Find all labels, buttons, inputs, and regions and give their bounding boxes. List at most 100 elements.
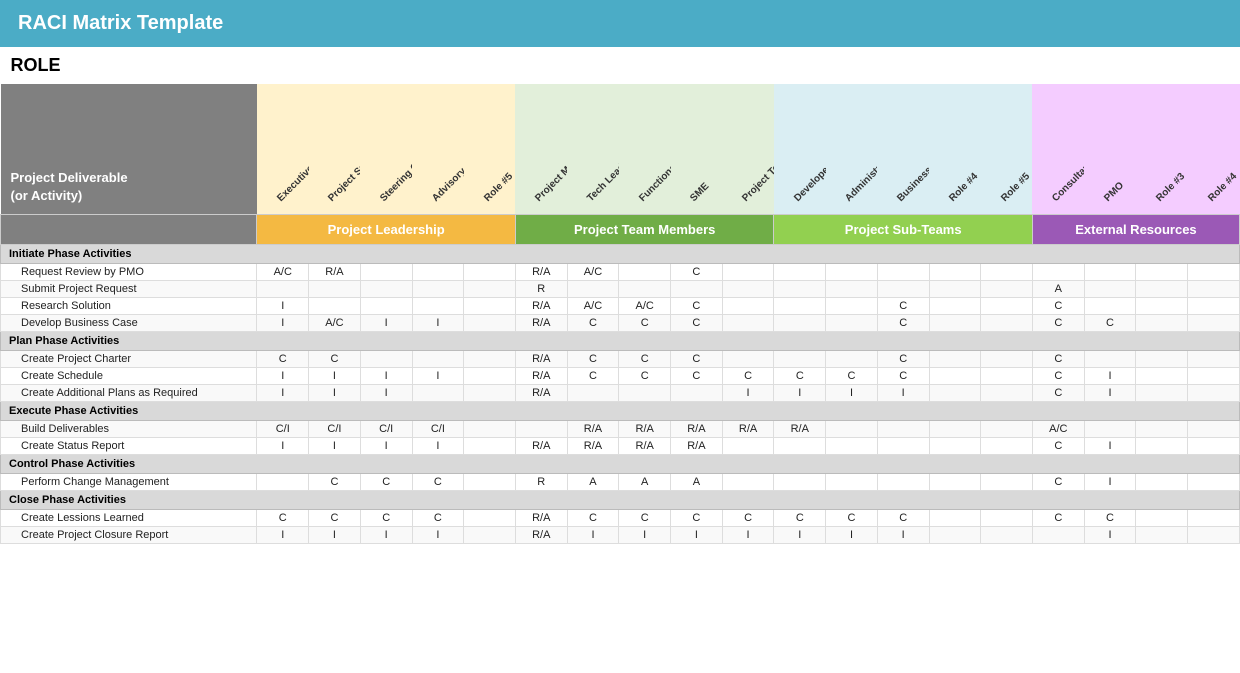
- cell-1-1-18: [1188, 367, 1240, 384]
- cell-4-1-15: [1032, 526, 1084, 543]
- cell-1-0-12: C: [877, 350, 929, 367]
- cell-3-0-15: C: [1032, 473, 1084, 490]
- cell-3-0-10: [774, 473, 826, 490]
- cell-0-0-2: [360, 263, 412, 280]
- cell-1-1-12: C: [877, 367, 929, 384]
- cell-3-0-3: C: [412, 473, 464, 490]
- cell-0-3-14: [981, 314, 1033, 331]
- activity-cell: Create Additional Plans as Required: [1, 384, 257, 401]
- cell-1-0-18: [1188, 350, 1240, 367]
- cell-1-0-13: [929, 350, 981, 367]
- cell-0-0-6: A/C: [567, 263, 619, 280]
- app-title: RACI Matrix Template: [18, 12, 223, 34]
- activity-cell: Request Review by PMO: [1, 263, 257, 280]
- cell-2-0-2: C/I: [360, 420, 412, 437]
- cell-1-1-14: [981, 367, 1033, 384]
- cell-2-0-17: [1136, 420, 1188, 437]
- column-header-16: PMO: [1084, 84, 1136, 214]
- column-header-1: Project Sponsor: [309, 84, 361, 214]
- cell-0-3-0: I: [257, 314, 309, 331]
- cell-1-2-8: [671, 384, 723, 401]
- cell-2-1-1: I: [309, 437, 361, 454]
- cell-2-0-18: [1188, 420, 1240, 437]
- cell-0-1-18: [1188, 280, 1240, 297]
- cell-4-1-3: I: [412, 526, 464, 543]
- activity-cell: Create Schedule: [1, 367, 257, 384]
- column-header-7: Functional Lead: [619, 84, 671, 214]
- activity-cell: Perform Change Management: [1, 473, 257, 490]
- cell-0-3-18: [1188, 314, 1240, 331]
- cell-0-2-8: C: [671, 297, 723, 314]
- cell-0-1-15: A: [1032, 280, 1084, 297]
- cell-1-2-0: I: [257, 384, 309, 401]
- cell-2-0-7: R/A: [619, 420, 671, 437]
- cell-1-0-14: [981, 350, 1033, 367]
- cell-4-0-12: C: [877, 509, 929, 526]
- column-header-9: Project Team Member: [722, 84, 774, 214]
- cell-0-2-3: [412, 297, 464, 314]
- phase-row-3: Control Phase Activities: [1, 454, 1240, 473]
- cell-0-3-6: C: [567, 314, 619, 331]
- cell-4-0-17: [1136, 509, 1188, 526]
- cell-2-1-12: [877, 437, 929, 454]
- cell-4-0-1: C: [309, 509, 361, 526]
- cell-0-1-7: [619, 280, 671, 297]
- cell-0-2-9: [722, 297, 774, 314]
- cell-0-3-2: I: [360, 314, 412, 331]
- cell-1-2-10: I: [774, 384, 826, 401]
- activity-cell: Create Project Closure Report: [1, 526, 257, 543]
- phase-label-3: Control Phase Activities: [1, 454, 1240, 473]
- table-row: Create Status ReportIIIIR/AR/AR/AR/ACI: [1, 437, 1240, 454]
- table-row: Perform Change ManagementCCCRAAACI: [1, 473, 1240, 490]
- column-header-12: Business Analyst: [877, 84, 929, 214]
- column-header-18: Role #4: [1188, 84, 1240, 214]
- cell-0-0-3: [412, 263, 464, 280]
- column-header-4: Role #5: [464, 84, 516, 214]
- table-row: Submit Project RequestRA: [1, 280, 1240, 297]
- cell-1-2-13: [929, 384, 981, 401]
- cell-4-1-8: I: [671, 526, 723, 543]
- cell-0-0-0: A/C: [257, 263, 309, 280]
- cell-4-0-16: C: [1084, 509, 1136, 526]
- cell-0-2-14: [981, 297, 1033, 314]
- cell-1-1-15: C: [1032, 367, 1084, 384]
- table-row: Research SolutionIR/AA/CA/CCCC: [1, 297, 1240, 314]
- cell-0-3-8: C: [671, 314, 723, 331]
- cell-0-1-16: [1084, 280, 1136, 297]
- cell-2-0-13: [929, 420, 981, 437]
- cell-1-0-11: [826, 350, 878, 367]
- cell-0-2-15: C: [1032, 297, 1084, 314]
- cell-2-0-4: [464, 420, 516, 437]
- cell-1-0-9: [722, 350, 774, 367]
- cell-1-2-2: I: [360, 384, 412, 401]
- cell-0-1-13: [929, 280, 981, 297]
- cell-4-1-11: I: [826, 526, 878, 543]
- cell-4-1-6: I: [567, 526, 619, 543]
- cell-4-1-10: I: [774, 526, 826, 543]
- phase-label-1: Plan Phase Activities: [1, 331, 1240, 350]
- cell-4-1-16: I: [1084, 526, 1136, 543]
- cell-0-0-4: [464, 263, 516, 280]
- cell-4-1-13: [929, 526, 981, 543]
- cell-4-0-7: C: [619, 509, 671, 526]
- cell-0-0-17: [1136, 263, 1188, 280]
- cell-1-0-2: [360, 350, 412, 367]
- cell-0-3-17: [1136, 314, 1188, 331]
- cell-0-3-11: [826, 314, 878, 331]
- cell-1-0-1: C: [309, 350, 361, 367]
- group-header-1: Project Team Members: [515, 214, 774, 244]
- cell-0-0-12: [877, 263, 929, 280]
- cell-1-1-3: I: [412, 367, 464, 384]
- cell-1-2-18: [1188, 384, 1240, 401]
- cell-1-0-6: C: [567, 350, 619, 367]
- cell-3-0-18: [1188, 473, 1240, 490]
- cell-1-1-2: I: [360, 367, 412, 384]
- cell-1-0-3: [412, 350, 464, 367]
- cell-2-1-17: [1136, 437, 1188, 454]
- cell-0-3-16: C: [1084, 314, 1136, 331]
- group-header-0: Project Leadership: [257, 214, 516, 244]
- cell-0-1-10: [774, 280, 826, 297]
- cell-0-0-8: C: [671, 263, 723, 280]
- cell-0-2-17: [1136, 297, 1188, 314]
- cell-1-2-12: I: [877, 384, 929, 401]
